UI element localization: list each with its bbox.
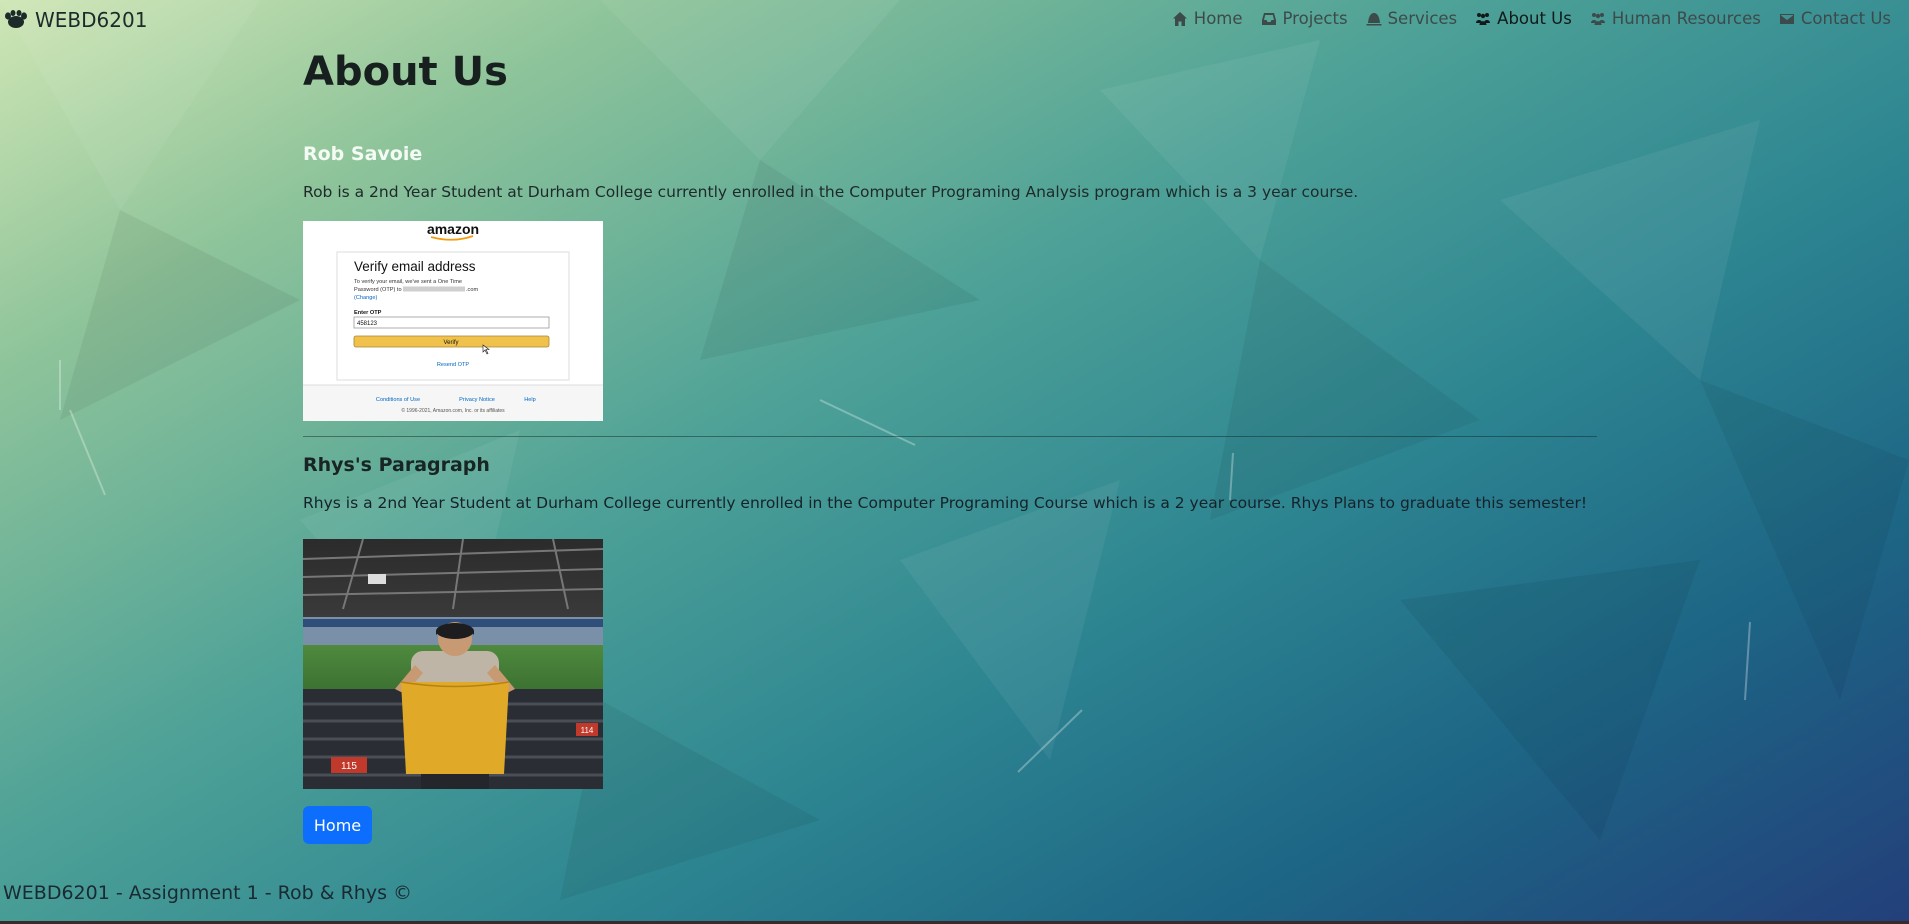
resend-link: Resend OTP: [437, 362, 470, 368]
nav-projects-label: Projects: [1282, 9, 1348, 28]
footer-link-privacy: Privacy Notice: [459, 397, 495, 403]
rhys-image: 115 114: [303, 539, 603, 789]
nav-menu: Home Projects Services About Us Human Re…: [1172, 9, 1891, 28]
nav-services[interactable]: Services: [1366, 9, 1458, 28]
amazon-logo: amazon: [427, 221, 479, 237]
people-icon: [1476, 12, 1491, 25]
page-title: About Us: [303, 49, 508, 95]
paw-icon: [5, 10, 27, 28]
rob-heading: Rob Savoie: [303, 143, 423, 165]
change-link: (Change): [354, 295, 377, 301]
email-suffix: .com: [466, 287, 478, 293]
nav-services-label: Services: [1387, 9, 1458, 28]
nav-projects[interactable]: Projects: [1261, 9, 1348, 28]
section-divider: [303, 436, 1597, 437]
otp-label: Enter OTP: [354, 310, 382, 316]
verify-title: Verify email address: [354, 259, 476, 274]
navbar: WEBD6201 Home Projects Services About Us…: [0, 0, 1909, 40]
footer-link-conditions: Conditions of Use: [376, 397, 420, 403]
nav-about-us-label: About Us: [1497, 9, 1572, 28]
nav-human-resources-label: Human Resources: [1611, 9, 1761, 28]
background-pattern: [0, 0, 1909, 900]
home-button[interactable]: Home: [303, 806, 372, 844]
section-sign-right: 114: [581, 726, 594, 735]
people-icon: [1590, 12, 1605, 25]
nav-contact-us[interactable]: Contact Us: [1779, 9, 1891, 28]
bell-icon: [1366, 12, 1382, 25]
rhys-heading: Rhys's Paragraph: [303, 454, 490, 476]
brand[interactable]: WEBD6201: [3, 8, 147, 32]
nav-about-us[interactable]: About Us: [1475, 9, 1572, 28]
nav-human-resources[interactable]: Human Resources: [1590, 9, 1761, 28]
otp-value: 458123: [357, 321, 378, 327]
amazon-copyright: © 1996-2021, Amazon.com, Inc. or its aff…: [401, 407, 505, 414]
verify-button: Verify: [443, 340, 458, 346]
envelope-icon: [1779, 13, 1794, 24]
footer-text: WEBD6201 - Assignment 1 - Rob & Rhys ©: [3, 882, 413, 904]
inbox-icon: [1261, 12, 1276, 25]
rob-paragraph: Rob is a 2nd Year Student at Durham Coll…: [303, 183, 1359, 201]
nav-contact-us-label: Contact Us: [1800, 9, 1891, 28]
nav-home-label: Home: [1193, 9, 1243, 28]
section-sign-left: 115: [341, 761, 357, 772]
verify-text-1: To verify your email, we've sent a One T…: [354, 279, 462, 285]
nav-home[interactable]: Home: [1172, 9, 1243, 28]
footer-link-help: Help: [524, 397, 536, 403]
verify-text-2: Password (OTP) to: [354, 287, 402, 293]
rob-image: amazon Verify email address To verify yo…: [303, 221, 603, 421]
house-icon: [1172, 11, 1187, 26]
rhys-paragraph: Rhys is a 2nd Year Student at Durham Col…: [303, 494, 1588, 512]
brand-name: WEBD6201: [35, 8, 148, 32]
